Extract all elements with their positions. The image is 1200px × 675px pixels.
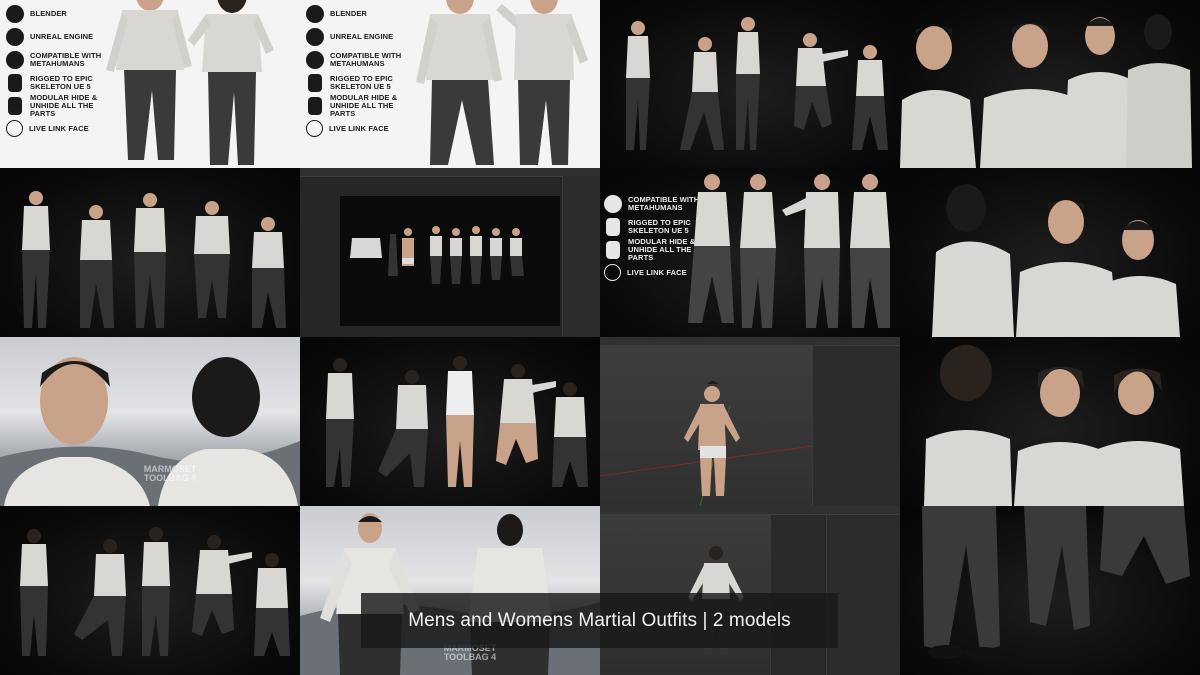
viewport: [340, 196, 560, 326]
menu-bar: [600, 337, 900, 346]
character-render: [932, 184, 1180, 337]
character-render: [416, 0, 588, 165]
character-render: [22, 191, 286, 328]
character-render: [924, 345, 1184, 506]
caption-text: Mens and Womens Martial Outfits | 2 mode…: [408, 609, 791, 631]
character-render: [922, 506, 1190, 661]
tile-promo-features-1: BLENDER UNREAL ENGINE COMPATIBLE WITH META…: [0, 0, 300, 168]
tile-female-busts: [900, 337, 1200, 506]
tile-blender-female: [600, 506, 900, 675]
watermark: MARMOSET TOOLBAG 4: [143, 464, 197, 483]
tile-promo-features-dark: COMPATIBLE WITH METAHUMANS RIGGED TO EPIC…: [600, 168, 900, 337]
tile-male-closeup-outdoor: MARMOSET TOOLBAG 4: [0, 337, 300, 506]
tile-male-busts-2: [900, 168, 1200, 337]
character-render: [20, 527, 290, 656]
tile-male-poses: [600, 0, 900, 168]
menu-bar: [300, 168, 600, 177]
viewport: [600, 346, 812, 506]
tile-promo-features-2: BLENDER UNREAL ENGINE COMPATIBLE WITH META…: [300, 0, 600, 168]
character-render: [688, 174, 890, 328]
tile-male-poses-2: [0, 168, 300, 337]
thumbnail-grid: BLENDER UNREAL ENGINE COMPATIBLE WITH META…: [0, 0, 1200, 675]
tile-female-legs: [900, 506, 1200, 675]
character-render: [106, 0, 274, 165]
tile-female-poses-2: [0, 506, 300, 675]
tile-blender-outliner: [300, 168, 600, 337]
tile-female-poses: [300, 337, 600, 506]
properties-panel[interactable]: [812, 346, 900, 506]
outliner-panel[interactable]: [562, 176, 600, 337]
tile-blender-body: [600, 337, 900, 506]
title-caption: Mens and Womens Martial Outfits | 2 mode…: [361, 593, 838, 648]
character-render: [600, 381, 812, 506]
character-render: [626, 17, 888, 150]
character-render: [900, 14, 1192, 168]
tile-male-busts: [900, 0, 1200, 168]
tile-male-fullbody-outdoor: MARMOSET TOOLBAG 4: [300, 506, 600, 675]
character-render: [326, 356, 588, 487]
menu-bar: [600, 506, 900, 515]
character-render: [350, 226, 524, 284]
